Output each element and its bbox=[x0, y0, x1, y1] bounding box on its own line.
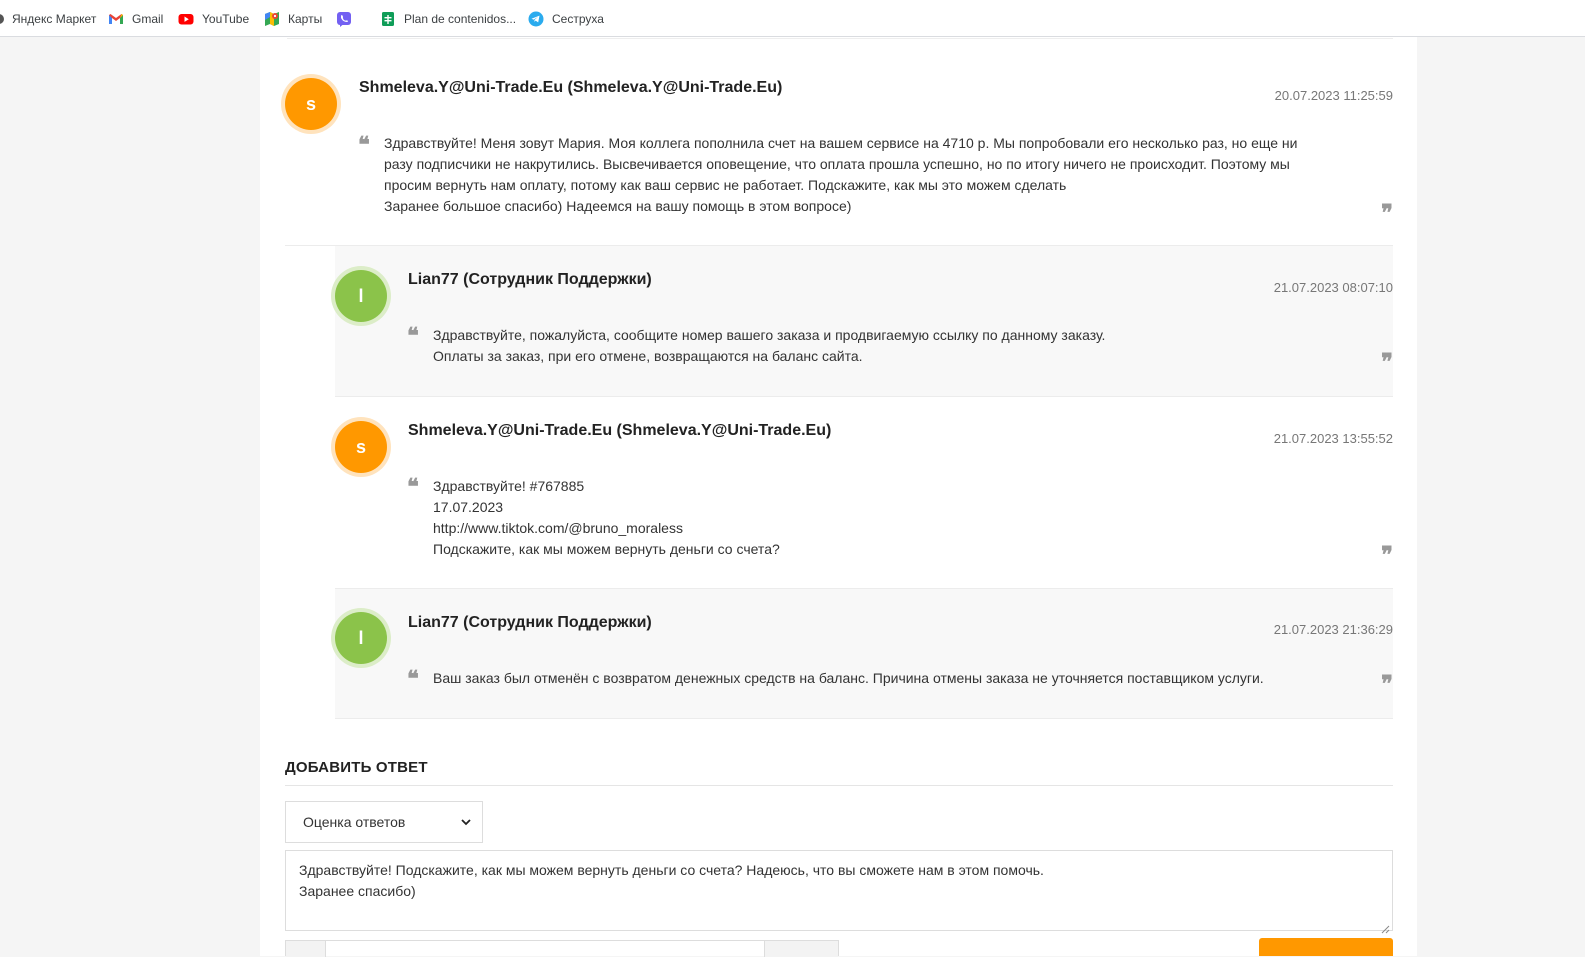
bookmark-label: Plan de contenidos... bbox=[404, 12, 517, 26]
message-body: Здравствуйте! #767885 17.07.2023 http://… bbox=[433, 476, 780, 560]
viber-icon bbox=[336, 11, 352, 27]
bookmark-maps[interactable]: Карты bbox=[264, 9, 322, 29]
textarea-line: Заранее спасибо) bbox=[299, 883, 416, 899]
divider bbox=[335, 718, 1393, 719]
maps-icon bbox=[264, 11, 280, 27]
message-author: Shmeleva.Y@Uni-Trade.Eu (Shmeleva.Y@Uni-… bbox=[408, 422, 832, 439]
message-line: Здравствуйте! #767885 bbox=[433, 478, 585, 494]
textarea-line: Здравствуйте! Подскажите, как мы можем в… bbox=[299, 862, 1044, 878]
bookmark-gmail[interactable]: Gmail bbox=[108, 9, 163, 29]
message-line: просим вернуть нам оплату, потому как ва… bbox=[384, 177, 1067, 193]
file-input[interactable] bbox=[285, 940, 839, 957]
avatar: l bbox=[335, 270, 387, 322]
rating-select-value: Оценка ответов bbox=[303, 814, 406, 830]
message-date: 21.07.2023 13:55:52 bbox=[1273, 431, 1393, 446]
submit-button[interactable] bbox=[1259, 938, 1393, 956]
ticket-reply: s Shmeleva.Y@Uni-Trade.Eu (Shmeleva.Y@Un… bbox=[335, 397, 1393, 589]
message-body: Здравствуйте! Меня зовут Мария. Моя колл… bbox=[384, 133, 1297, 217]
resize-handle-icon[interactable] bbox=[1381, 919, 1390, 934]
bookmark-label: Gmail bbox=[132, 12, 164, 26]
quote-close-icon: ❞ bbox=[1381, 349, 1393, 375]
message-date: 21.07.2023 21:36:29 bbox=[1273, 622, 1393, 637]
message-line: Здравствуйте! Меня зовут Мария. Моя колл… bbox=[384, 135, 1298, 151]
quote-open-icon: ❝ bbox=[407, 323, 419, 349]
quote-open-icon: ❝ bbox=[407, 666, 419, 692]
sheets-icon bbox=[380, 11, 396, 27]
quote-close-icon: ❞ bbox=[1381, 542, 1393, 568]
bookmarks-bar: Яндекс Маркет Gmail YouTube Карты Plan d… bbox=[0, 0, 1585, 37]
chevron-down-icon bbox=[460, 815, 472, 827]
message-date: 21.07.2023 08:07:10 bbox=[1273, 280, 1393, 295]
message-author: Shmeleva.Y@Uni-Trade.Eu (Shmeleva.Y@Uni-… bbox=[359, 79, 783, 96]
quote-close-icon: ❞ bbox=[1381, 671, 1393, 697]
file-input-left-segment bbox=[286, 941, 326, 957]
gmail-icon bbox=[108, 11, 124, 27]
message-line: Здравствуйте, пожалуйста, сообщите номер… bbox=[433, 327, 1106, 343]
telegram-icon bbox=[528, 11, 544, 27]
youtube-icon bbox=[178, 11, 194, 27]
message-author: Lian77 (Сотрудник Поддержки) bbox=[408, 271, 652, 288]
yandex-icon bbox=[0, 11, 6, 27]
ticket-message: s Shmeleva.Y@Uni-Trade.Eu (Shmeleva.Y@Un… bbox=[285, 39, 1393, 246]
ticket-reply: l Lian77 (Сотрудник Поддержки) 21.07.202… bbox=[335, 246, 1393, 397]
bookmark-label: Яндекс Маркет bbox=[12, 12, 97, 26]
message-line: Заранее большое спасибо) Надеемся на ваш… bbox=[384, 198, 852, 214]
quote-open-icon: ❝ bbox=[407, 474, 419, 500]
add-reply-heading: ДОБАВИТЬ ОТВЕТ bbox=[285, 759, 428, 776]
ticket-reply: l Lian77 (Сотрудник Поддержки) 21.07.202… bbox=[335, 589, 1393, 719]
bookmark-label: Карты bbox=[288, 12, 323, 26]
message-body: Ваш заказ был отменён с возвратом денежн… bbox=[433, 668, 1264, 689]
message-line: Оплаты за заказ, при его отмене, возвращ… bbox=[433, 348, 863, 364]
avatar: l bbox=[335, 612, 387, 664]
message-line: Подскажите, как мы можем вернуть деньги … bbox=[433, 541, 780, 557]
file-browse-button[interactable] bbox=[764, 941, 838, 957]
quote-open-icon: ❝ bbox=[358, 132, 370, 158]
divider bbox=[285, 785, 1393, 786]
message-line: Ваш заказ был отменён с возвратом денежн… bbox=[433, 670, 1264, 686]
bookmark-plan-de-contenidos[interactable]: Plan de contenidos... bbox=[380, 9, 516, 29]
message-body: Здравствуйте, пожалуйста, сообщите номер… bbox=[433, 325, 1105, 367]
bookmark-label: Сеструха bbox=[552, 12, 604, 26]
message-line: http://www.tiktok.com/@bruno_moraless bbox=[433, 520, 683, 536]
message-line: 17.07.2023 bbox=[433, 499, 504, 515]
bookmark-label: YouTube bbox=[202, 12, 250, 26]
rating-select[interactable]: Оценка ответов bbox=[285, 801, 483, 843]
bookmark-sestruha[interactable]: Сеструха bbox=[528, 9, 604, 29]
message-line: разу подписчики не накрутились. Высвечив… bbox=[384, 156, 1290, 172]
message-author: Lian77 (Сотрудник Поддержки) bbox=[408, 614, 652, 631]
avatar: s bbox=[285, 78, 337, 130]
reply-textarea[interactable]: Здравствуйте! Подскажите, как мы можем в… bbox=[285, 850, 1393, 934]
bookmark-yandex-market[interactable]: Яндекс Маркет bbox=[0, 9, 96, 29]
bookmark-viber[interactable] bbox=[336, 9, 360, 29]
message-date: 20.07.2023 11:25:59 bbox=[1274, 88, 1393, 103]
avatar: s bbox=[335, 421, 387, 473]
bookmark-youtube[interactable]: YouTube bbox=[178, 9, 249, 29]
quote-close-icon: ❞ bbox=[1381, 200, 1393, 226]
